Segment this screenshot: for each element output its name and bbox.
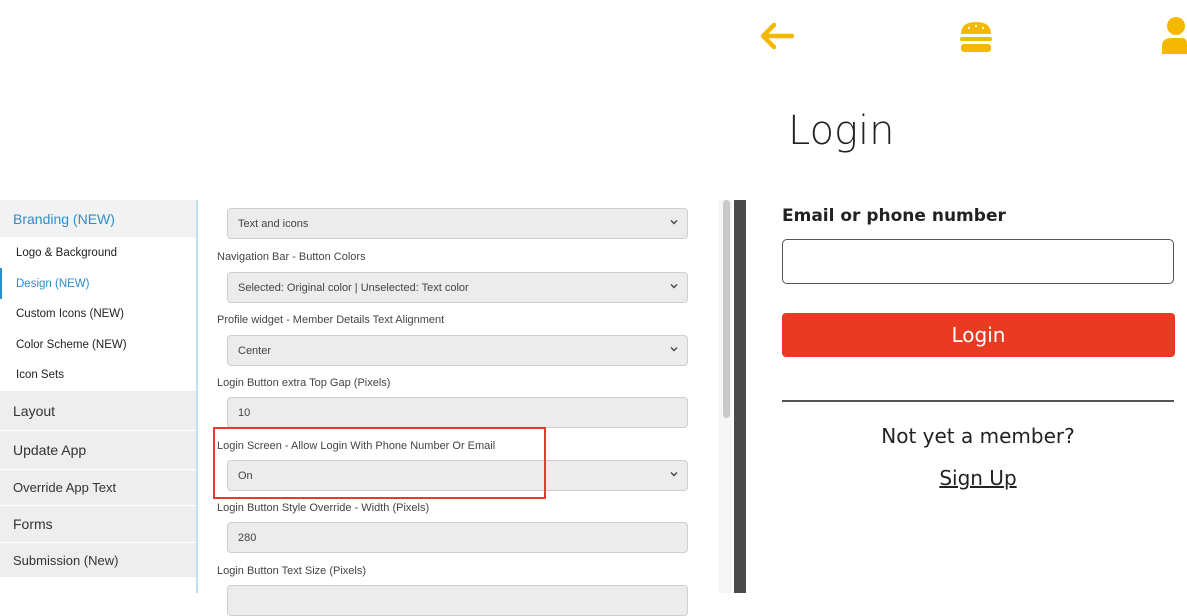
sidebar-item-override-app-text[interactable]: Override App Text: [0, 469, 196, 505]
login-button-top-gap-input[interactable]: 10: [227, 397, 688, 428]
login-button-text-size-input[interactable]: [227, 585, 688, 616]
field-label: Login Button extra Top Gap (Pixels): [217, 377, 391, 389]
sidebar-item-logo-background[interactable]: Logo & Background: [0, 237, 196, 268]
user-icon[interactable]: [1160, 16, 1187, 54]
select-value: Text and icons: [238, 217, 309, 230]
nav-bar-button-colors-select[interactable]: Selected: Original color | Unselected: T…: [227, 272, 688, 303]
field-label: Login Screen - Allow Login With Phone Nu…: [217, 440, 496, 452]
chevron-down-icon: [670, 472, 678, 477]
select-value: Center: [238, 344, 272, 357]
chevron-down-icon: [670, 347, 678, 352]
signup-link-wrap: Sign Up: [782, 466, 1174, 490]
field-label: Profile widget - Member Details Text Ali…: [217, 314, 445, 326]
select-value: On: [238, 469, 253, 482]
select-value: Selected: Original color | Unselected: T…: [238, 281, 469, 294]
sidebar-item-design[interactable]: Design (NEW): [0, 268, 196, 299]
sidebar-item-branding[interactable]: Branding (NEW): [0, 200, 196, 237]
divider: [782, 400, 1174, 402]
sidebar-item-forms[interactable]: Forms: [0, 505, 196, 542]
not-member-text: Not yet a member?: [881, 424, 1075, 448]
settings-form: Text and icons Navigation Bar - Button C…: [198, 200, 720, 616]
sidebar-item-custom-icons[interactable]: Custom Icons (NEW): [0, 299, 196, 329]
page-title: Login: [788, 108, 895, 154]
profile-text-alignment-select[interactable]: Center: [227, 335, 688, 366]
back-arrow-icon[interactable]: [760, 22, 795, 50]
chevron-down-icon: [670, 220, 678, 225]
chevron-down-icon: [670, 284, 678, 289]
field-label: Login Button Style Override - Width (Pix…: [217, 502, 430, 514]
panel-divider: [734, 200, 746, 593]
login-button[interactable]: Login: [782, 313, 1175, 357]
sidebar-item-layout[interactable]: Layout: [0, 390, 196, 430]
scrollbar-thumb[interactable]: [723, 200, 730, 418]
sidebar-item-update-app[interactable]: Update App: [0, 430, 196, 469]
sidebar-item-submission[interactable]: Submission (New): [0, 542, 196, 577]
field-label: Login Button Text Size (Pixels): [217, 565, 366, 577]
sidebar-item-icon-sets[interactable]: Icon Sets: [0, 360, 196, 390]
login-button-width-input[interactable]: 280: [227, 522, 688, 553]
login-with-phone-or-email-select[interactable]: On: [227, 460, 688, 491]
email-label: Email or phone number: [782, 206, 1006, 226]
burger-menu-icon[interactable]: [959, 20, 993, 54]
nav-bar-display-select[interactable]: Text and icons: [227, 208, 688, 239]
sidebar-item-color-scheme[interactable]: Color Scheme (NEW): [0, 329, 196, 360]
email-field[interactable]: [782, 239, 1174, 284]
signup-link[interactable]: Sign Up: [939, 466, 1016, 490]
field-label: Navigation Bar - Button Colors: [217, 251, 366, 263]
